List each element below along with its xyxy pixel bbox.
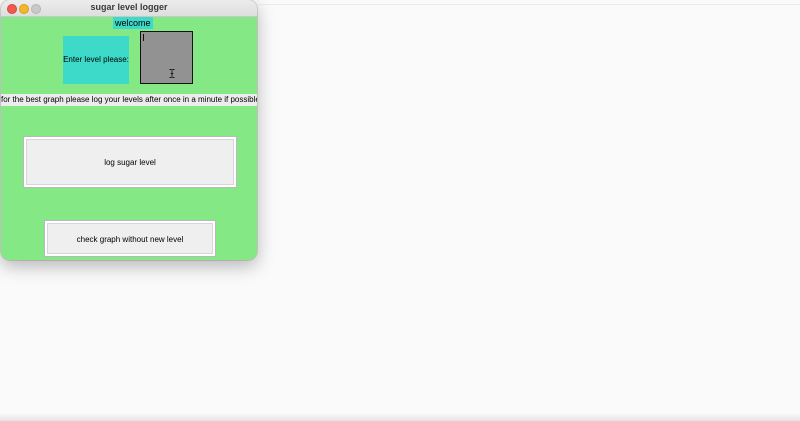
desktop-divider <box>258 4 800 5</box>
window-title: sugar level logger <box>90 2 168 12</box>
sugar-level-input[interactable] <box>140 31 193 84</box>
hint-text: for the best graph please log your level… <box>1 94 257 106</box>
level-prompt-label: Enter level please: <box>63 36 129 84</box>
check-graph-button[interactable]: check graph without new level <box>44 220 216 257</box>
app-window: sugar level logger welcome Enter level p… <box>1 0 257 260</box>
welcome-label: welcome <box>113 17 153 29</box>
window-titlebar[interactable]: sugar level logger <box>1 0 257 17</box>
app-content: welcome Enter level please: for the best… <box>1 17 257 260</box>
desktop-bottom-shadow <box>0 413 800 421</box>
log-sugar-level-button[interactable]: log sugar level <box>23 136 237 188</box>
